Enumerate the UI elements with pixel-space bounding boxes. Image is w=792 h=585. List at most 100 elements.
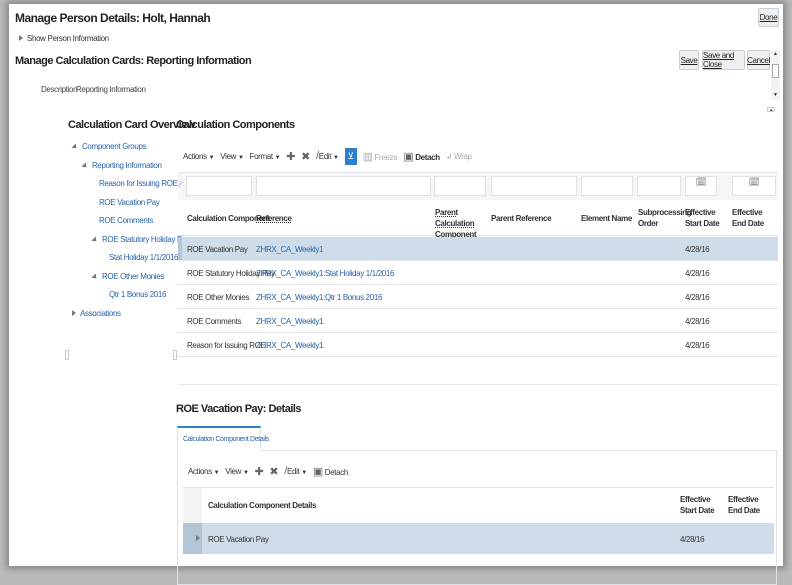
expand-icon (72, 310, 76, 316)
filter-parent-calc-component[interactable] (434, 176, 486, 196)
filter-effective-end-date[interactable]: 🗓 (732, 176, 776, 196)
wrap-button[interactable]: ↲ Wrap (446, 152, 472, 161)
cell-component: ROE Comments (187, 317, 242, 326)
expand-row-icon[interactable] (196, 535, 200, 541)
col-subprocessing-order[interactable]: Subprocessing Order (638, 207, 692, 229)
freeze-button[interactable]: ▥ Freeze (363, 150, 398, 163)
col-parent-calculation-component[interactable]: Parent Calculation Component (435, 207, 490, 240)
cell-reference-link[interactable]: ZHRX_CA_Weekly1 (256, 317, 323, 326)
cell-start-date: 4/28/16 (685, 245, 710, 254)
col-parent-reference[interactable]: Parent Reference (491, 213, 552, 224)
done-button[interactable]: Done (758, 8, 779, 27)
page-title: Manage Person Details: Holt, Hannah (15, 11, 211, 25)
tree-item-roe-statutory-holiday-pay[interactable]: ROE Statutory Holiday Pay (91, 235, 190, 244)
add-icon[interactable]: ✚ (286, 150, 295, 163)
scroll-thumb[interactable] (772, 64, 779, 78)
delete-icon[interactable]: ✖ (269, 465, 278, 478)
tree-item-stat-holiday[interactable]: Stat Holiday 1/1/2016 (109, 253, 179, 262)
tree-label: Associations (80, 309, 121, 318)
col-effective-end-date[interactable]: Effective End Date (732, 207, 776, 229)
details-edit-menu[interactable]: /Edit ▼ (284, 465, 307, 477)
detach-button[interactable]: ▣ Detach (403, 150, 440, 163)
cell-start-date: 4/28/16 (685, 317, 710, 326)
filter-parent-reference[interactable] (491, 176, 577, 196)
show-person-info-toggle[interactable]: Show Person Information (19, 34, 109, 43)
details-detach-button[interactable]: ▣ Detach (313, 465, 349, 478)
table-row[interactable]: Reason for Issuing ROE ZHRX_CA_Weekly1 4… (178, 333, 778, 357)
query-by-example-button[interactable]: ⊻ (344, 147, 357, 165)
tree-label: ROE Other Monies (102, 272, 164, 281)
collapse-pane-handle[interactable] (65, 350, 69, 360)
cancel-button[interactable]: Cancel (747, 50, 770, 70)
scroll-down-icon[interactable]: ▼ (773, 92, 778, 98)
divider (178, 384, 778, 385)
cell-start-date: 4/28/16 (685, 341, 710, 350)
cell-reference-link[interactable]: ZHRX_CA_Weekly1:Qtr 1 Bonus 2016 (256, 293, 382, 302)
view-menu[interactable]: View ▼ (220, 152, 244, 161)
tree-item-reason-for-issuing-roe[interactable]: Reason for Issuing ROE (99, 179, 178, 188)
delete-icon[interactable]: ✖ (301, 150, 310, 163)
cell-start-date: 4/28/16 (680, 535, 705, 544)
cell-detail: ROE Vacation Pay (208, 535, 269, 544)
table-row[interactable]: ROE Comments ZHRX_CA_Weekly1 4/28/16 (178, 309, 778, 333)
col-effective-start-date[interactable]: Effective Start Date (685, 207, 731, 229)
tree-item-reporting-information[interactable]: Reporting Information (81, 161, 162, 170)
col-reference[interactable]: Reference (256, 213, 292, 224)
cell-start-date: 4/28/16 (685, 269, 710, 278)
collapse-icon (81, 162, 89, 170)
description-value: Reporting Information (76, 85, 146, 94)
cell-reference-link[interactable]: ZHRX_CA_Weekly1 (256, 341, 323, 350)
actions-menu[interactable]: Actions ▼ (183, 152, 215, 161)
add-icon[interactable]: ✚ (255, 465, 264, 478)
collapse-icon (91, 236, 99, 244)
freeze-icon: ▥ (362, 150, 373, 163)
tree-item-roe-other-monies[interactable]: ROE Other Monies (91, 272, 164, 281)
tab-calculation-component-details[interactable]: Calculation Component Details (177, 426, 269, 451)
wrap-icon: ↲ (445, 151, 453, 161)
details-table-row[interactable]: ROE Vacation Pay 4/28/16 (183, 523, 774, 554)
format-menu[interactable]: Format ▼ (250, 152, 281, 161)
tree-item-qtr1-bonus[interactable]: Qtr 1 Bonus 2016 (109, 290, 166, 299)
description-label: Description (41, 85, 78, 94)
filter-calculation-component[interactable] (186, 176, 252, 196)
calendar-icon[interactable]: 🗓 (695, 177, 706, 187)
filter-subprocessing-order[interactable] (637, 176, 681, 196)
col-calculation-component-details[interactable]: Calculation Component Details (208, 500, 316, 511)
col-effective-end-date[interactable]: Effective End Date (728, 494, 772, 516)
table-row[interactable]: ROE Statutory Holiday Pay ZHRX_CA_Weekly… (178, 261, 778, 285)
table-row[interactable]: ROE Other Monies ZHRX_CA_Weekly1:Qtr 1 B… (178, 285, 778, 309)
filter-reference[interactable] (256, 176, 431, 196)
clear-filter-icon[interactable]: ⁄ (180, 180, 181, 189)
detach-icon: ▣ (403, 150, 414, 163)
scroll-up-icon[interactable]: ▲ (773, 51, 778, 57)
expand-icon (19, 35, 23, 41)
save-and-close-button[interactable]: Save and Close (702, 50, 745, 70)
cell-start-date: 4/28/16 (685, 293, 710, 302)
cell-component: ROE Vacation Pay (187, 245, 248, 254)
restore-icon[interactable]: ▲ (767, 107, 775, 112)
section-title: Manage Calculation Cards: Reporting Info… (15, 55, 252, 67)
collapse-icon (71, 143, 79, 151)
filter-effective-start-date[interactable]: 🗓 (685, 176, 717, 196)
details-actions-menu[interactable]: Actions ▼ (188, 467, 220, 476)
tree-item-roe-vacation-pay[interactable]: ROE Vacation Pay (99, 198, 160, 207)
details-title: ROE Vacation Pay: Details (176, 403, 302, 415)
tree-item-component-groups[interactable]: Component Groups (71, 142, 147, 151)
tree-label: Reporting Information (92, 161, 162, 170)
tree-item-associations[interactable]: Associations (72, 309, 121, 318)
splitter-handle[interactable] (173, 350, 177, 360)
filter-element-name[interactable] (581, 176, 633, 196)
save-button[interactable]: Save (679, 50, 699, 70)
details-view-menu[interactable]: View ▼ (225, 467, 249, 476)
cell-reference-link[interactable]: ZHRX_CA_Weekly1 (256, 245, 323, 254)
cell-reference-link[interactable]: ZHRX_CA_Weekly1:Stat Holiday 1/1/2016 (256, 269, 394, 278)
calendar-icon[interactable]: 🗓 (748, 177, 759, 187)
tree-item-roe-comments[interactable]: ROE Comments (99, 216, 153, 225)
scrollbar[interactable]: ▲ ▼ (771, 50, 780, 100)
table-row[interactable]: ROE Vacation Pay ZHRX_CA_Weekly1 4/28/16 (178, 237, 778, 261)
tab-label: Calculation Component Details (183, 436, 269, 443)
col-effective-start-date[interactable]: Effective Start Date (680, 494, 726, 516)
col-element-name[interactable]: Element Name (581, 213, 632, 224)
tab-line (261, 450, 778, 451)
edit-menu[interactable]: /Edit ▼ (316, 150, 339, 162)
